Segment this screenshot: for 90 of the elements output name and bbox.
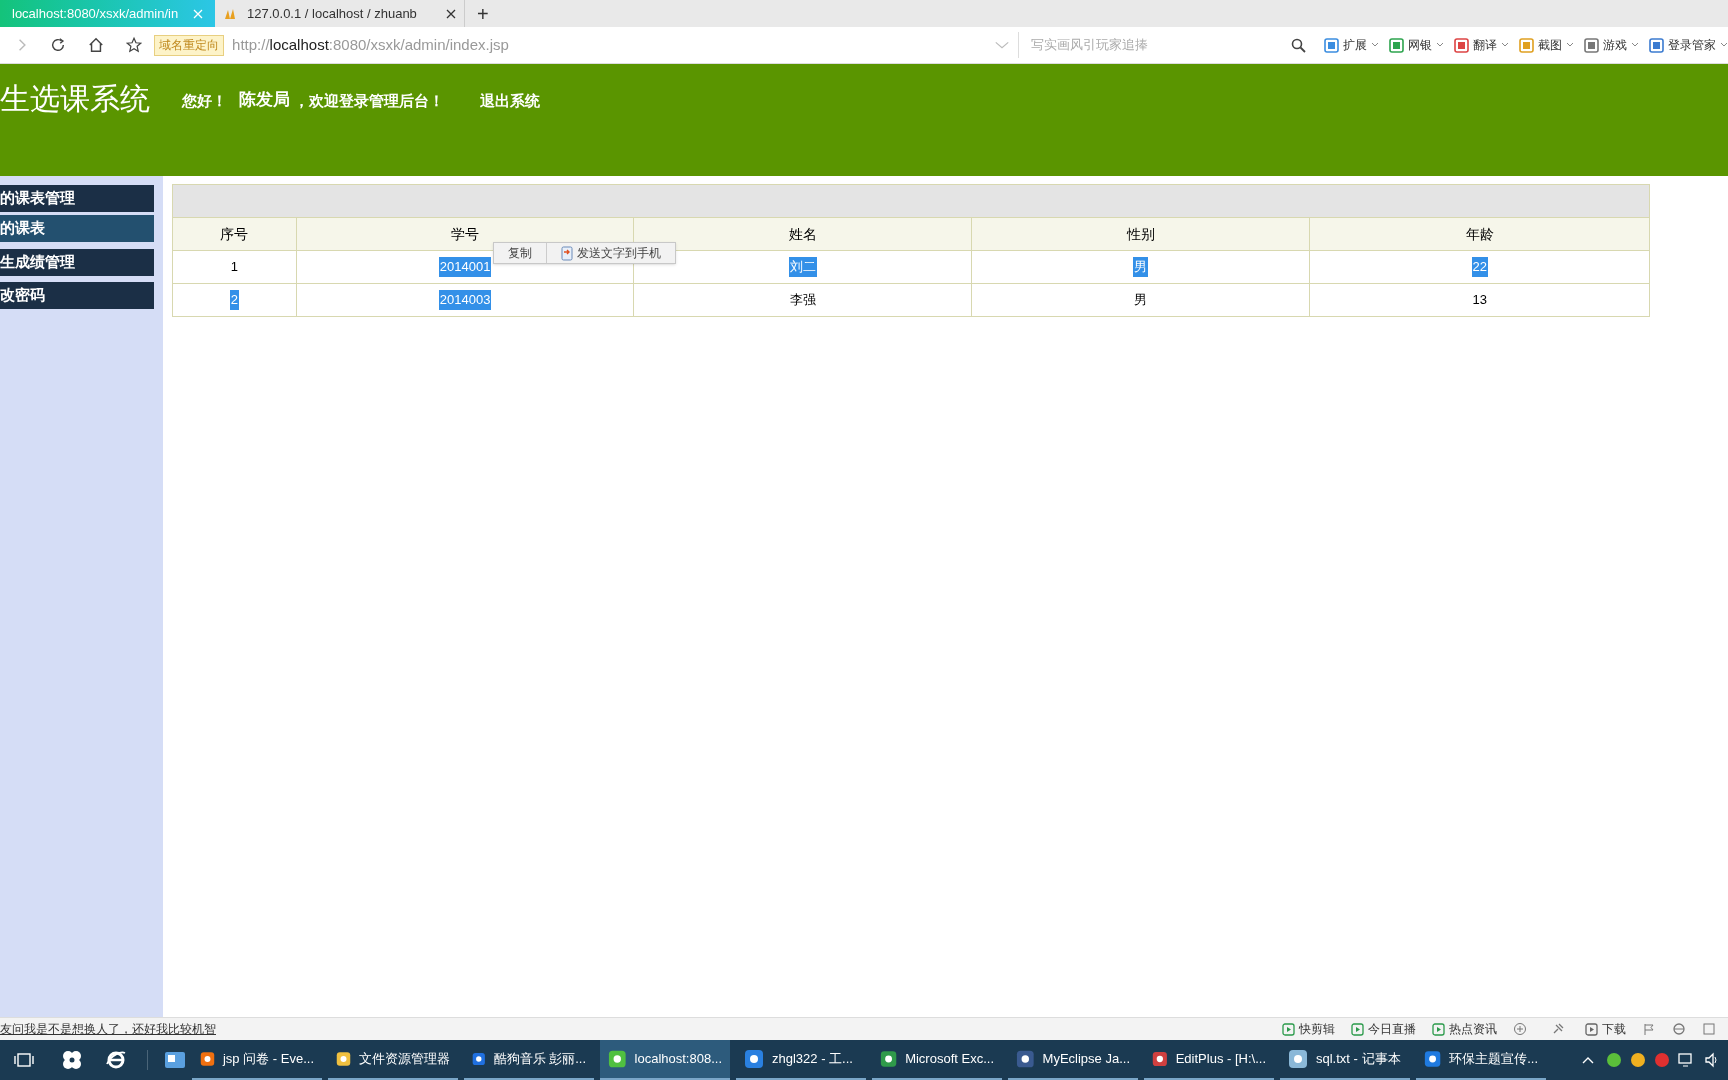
app-icon (200, 1049, 215, 1069)
caret-icon (1566, 42, 1574, 48)
taskbar-button[interactable]: MyEclipse Ja... (1008, 1040, 1138, 1080)
app-icon (1519, 37, 1534, 53)
tab-title: localhost:8080/xsxk/admin/in (12, 4, 180, 23)
globe-icon[interactable] (1672, 1022, 1686, 1036)
table-cell: 男 (1133, 257, 1149, 277)
tray-icon[interactable] (1654, 1052, 1670, 1068)
home-icon[interactable] (88, 36, 105, 54)
toolbar-button[interactable]: 翻译 (1454, 36, 1509, 54)
app-icon (1152, 1049, 1168, 1069)
table-cell-text: 李强 (789, 291, 816, 310)
toolbar-button[interactable]: 截图 (1519, 36, 1574, 54)
reload-icon[interactable] (50, 36, 67, 54)
close-icon[interactable] (446, 8, 456, 19)
status-message[interactable]: 友问我是不是想换人了，还好我比较机智 (0, 1020, 216, 1038)
toolbar-button[interactable]: 游戏 (1584, 36, 1639, 54)
status-button[interactable]: 下载 (1585, 1020, 1626, 1038)
app-icon (1324, 37, 1339, 53)
caret-icon (1371, 42, 1379, 48)
status-button[interactable]: 今日直播 (1351, 1020, 1416, 1038)
column-header: 序号 (219, 224, 250, 244)
app-icon (1389, 37, 1404, 53)
status-icon (1585, 1022, 1598, 1036)
app-icon (744, 1049, 764, 1069)
table-cell-text: 男 (1134, 291, 1148, 310)
app-icon (608, 1049, 627, 1069)
app-icon (1424, 1049, 1442, 1069)
taskbar-button[interactable]: sql.txt - 记事本 (1280, 1040, 1410, 1080)
taskbar-button[interactable]: localhost:808... (600, 1040, 730, 1080)
caret-icon (1720, 42, 1728, 48)
logout-link[interactable]: 退出系统 (480, 90, 540, 113)
table-cell-text: 1 (230, 258, 239, 277)
status-button[interactable]: 热点资讯 (1432, 1020, 1497, 1038)
welcome-text: ，欢迎登录管理后台！ (294, 91, 444, 111)
site-title: 生选课系统 (0, 81, 150, 117)
url-field[interactable]: http://localhost:8080/xsxk/admin/index.jsp (232, 33, 784, 57)
status-icon (1351, 1022, 1364, 1036)
star-icon[interactable] (126, 36, 143, 54)
table-cell: 22 (1471, 257, 1488, 277)
taskbar-button[interactable]: 文件资源管理器 (328, 1040, 458, 1080)
taskbar-button[interactable]: 环保主题宣传... (1416, 1040, 1546, 1080)
phone-icon (561, 245, 573, 261)
table-cell: 2 (229, 290, 240, 310)
taskbar-button[interactable]: jsp 问卷 - Eve... (192, 1040, 322, 1080)
search-field[interactable]: 写实画风引玩家追捧 (1031, 35, 1291, 55)
tray-icon[interactable] (1606, 1052, 1622, 1068)
status-icon (1282, 1022, 1295, 1036)
card-icon[interactable] (164, 1051, 186, 1069)
greeting-text: 您好！ (182, 91, 227, 111)
user-name: 陈发局 (239, 89, 290, 111)
search-icon[interactable] (1291, 37, 1306, 53)
table-cell: 刘二 (788, 257, 817, 277)
app-icon (1454, 37, 1469, 53)
pin-icon[interactable] (1551, 1022, 1565, 1036)
toolbar-button[interactable]: 登录管家 (1649, 36, 1728, 54)
browser-icon[interactable] (105, 1049, 127, 1071)
taskbar-button[interactable]: 酷狗音乐 彭丽... (464, 1040, 594, 1080)
volume-icon[interactable] (1704, 1052, 1720, 1068)
taskbar-button[interactable]: EditPlus - [H:\... (1144, 1040, 1274, 1080)
caret-icon (1501, 42, 1509, 48)
taskbar-button[interactable]: Microsoft Exc... (872, 1040, 1002, 1080)
sidebar-item[interactable]: 生成绩管理 (0, 249, 154, 276)
new-tab-button[interactable]: + (465, 0, 501, 27)
app-icon (1288, 1049, 1308, 1069)
app-icon (1016, 1049, 1035, 1069)
tray-icon[interactable] (1630, 1052, 1646, 1068)
sidebar-item[interactable]: 的课表管理 (0, 185, 154, 212)
tab-title: 127.0.0.1 / localhost / zhuanb (247, 4, 418, 23)
table-cell: 2014001 (438, 257, 492, 277)
chevron-up-icon[interactable] (1582, 1056, 1594, 1064)
app-icon (1649, 37, 1664, 53)
caret-icon (1631, 42, 1639, 48)
taskbar-button[interactable]: zhgl322 - 工... (736, 1040, 866, 1080)
flag-icon[interactable] (1642, 1022, 1656, 1036)
flower-icon[interactable] (61, 1049, 83, 1071)
toolbar-button[interactable]: 网银 (1389, 36, 1444, 54)
table-cell-text: 13 (1472, 291, 1487, 310)
sidebar-item[interactable]: 的课表 (0, 215, 154, 242)
status-button[interactable]: 快剪辑 (1282, 1020, 1335, 1038)
app-icon (336, 1049, 351, 1069)
toolbar-button[interactable]: 扩展 (1324, 36, 1379, 54)
add-icon[interactable] (1513, 1022, 1527, 1036)
sidebar-item[interactable]: 改密码 (0, 282, 154, 309)
app-icon (880, 1049, 898, 1069)
caret-icon (1436, 42, 1444, 48)
table-cell: 2014003 (438, 290, 492, 310)
task-view-icon[interactable] (14, 1052, 34, 1068)
app-icon (1584, 37, 1599, 53)
status-icon (1432, 1022, 1445, 1036)
